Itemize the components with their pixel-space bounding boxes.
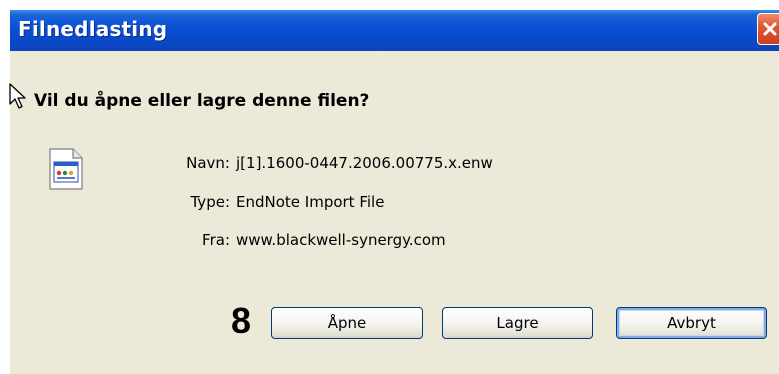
file-download-dialog: Filnedlasting Vil du åpne eller lagre de… [0,0,779,374]
window-title: Filnedlasting [18,17,168,41]
step-number-annotation: 8 [231,300,252,341]
dialog-body: Vil du åpne eller lagre denne filen? Nav… [9,51,779,374]
endnote-file-icon [49,148,83,190]
cancel-button[interactable]: Avbryt [616,307,767,339]
title-bar[interactable]: Filnedlasting [10,10,779,51]
file-type-label: Type: [190,193,230,211]
file-name-value: j[1].1600-0447.2006.00775.x.enw [236,154,493,172]
file-source-value: www.blackwell-synergy.com [236,231,446,249]
open-button[interactable]: Åpne [271,307,423,339]
download-question: Vil du åpne eller lagre denne filen? [34,91,370,111]
file-name-label: Navn: [186,154,230,172]
mouse-pointer-icon [9,83,26,109]
save-button[interactable]: Lagre [442,307,593,339]
file-type-value: EndNote Import File [236,193,385,211]
close-button[interactable] [757,13,779,45]
file-source-label: Fra: [202,231,230,249]
close-icon [763,22,777,36]
